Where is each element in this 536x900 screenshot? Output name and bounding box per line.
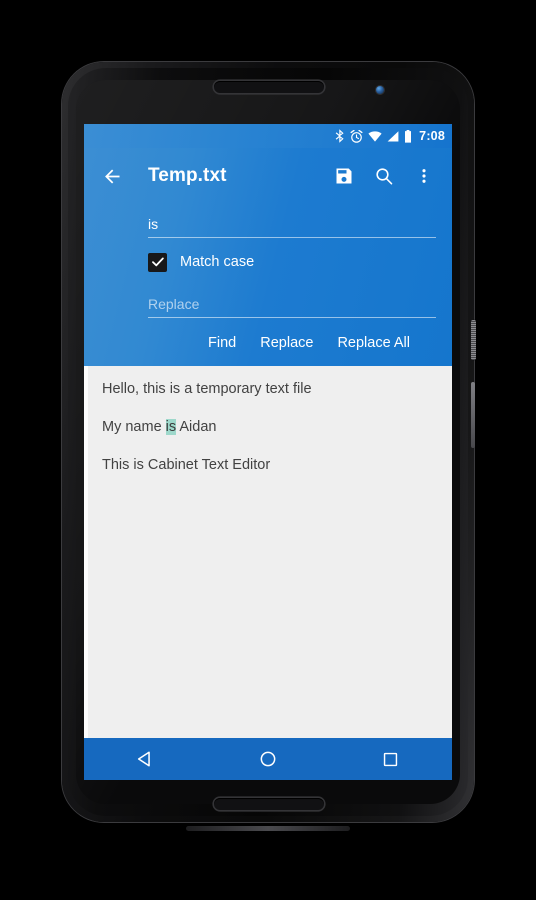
find-replace-panel: is Match case Replace Find Replace Repla… [84, 204, 452, 366]
battery-icon [405, 129, 412, 143]
save-icon [336, 168, 352, 184]
find-button[interactable]: Find [196, 327, 248, 359]
alarm-icon [350, 129, 363, 143]
front-camera-icon [376, 86, 384, 94]
cellular-signal-icon [387, 130, 399, 141]
nav-back-icon [138, 751, 151, 767]
match-case-checkbox[interactable] [148, 252, 167, 272]
nav-back-button[interactable] [116, 738, 174, 780]
text-editor-area[interactable]: Hello, this is a temporary text file My … [84, 366, 452, 738]
match-case-label: Match case [180, 254, 255, 270]
bluetooth-icon [335, 129, 344, 143]
search-input[interactable]: is [148, 204, 436, 238]
line2-after: Aidan [176, 418, 217, 435]
status-clock: 7:08 [419, 128, 445, 143]
nav-recents-icon [383, 752, 398, 766]
back-button[interactable] [92, 156, 132, 196]
nav-home-button[interactable] [239, 738, 297, 780]
power-button[interactable] [471, 320, 476, 360]
earpiece-speaker-icon [214, 81, 324, 93]
overflow-menu-button[interactable] [404, 156, 444, 196]
save-button[interactable] [324, 156, 364, 196]
volume-rocker-button[interactable] [471, 382, 475, 448]
app-header: Temp.txt is Match case Replace Find Repl… [84, 148, 452, 366]
replace-button[interactable]: Replace [248, 327, 325, 359]
screenshot-stage: 7:08 Temp.txt is Match case Replace Find… [0, 0, 536, 900]
nav-home-icon [260, 751, 276, 767]
nav-recents-button[interactable] [362, 738, 420, 780]
navigation-bar [84, 738, 452, 780]
search-button[interactable] [364, 156, 404, 196]
text-line-3: This is Cabinet Text Editor [102, 456, 271, 473]
find-actions-row: Find Replace Replace All [148, 320, 436, 366]
search-match-highlight: is [165, 418, 177, 435]
toolbar: Temp.txt [84, 148, 452, 204]
search-icon [376, 168, 393, 185]
bottom-speaker-icon [214, 798, 324, 810]
text-line-1: Hello, this is a temporary text file [102, 381, 312, 397]
page-title: Temp.txt [148, 165, 227, 186]
search-input-value: is [148, 216, 159, 232]
text-line-2: My name is Aidan [102, 418, 438, 437]
device-screen: 7:08 Temp.txt is Match case Replace Find… [84, 124, 452, 780]
replace-all-button[interactable]: Replace All [325, 327, 422, 359]
replace-input[interactable]: Replace [148, 284, 436, 318]
more-vertical-icon [422, 169, 426, 183]
match-case-row[interactable]: Match case [148, 240, 436, 284]
wifi-icon [368, 130, 382, 142]
replace-input-placeholder: Replace [148, 296, 200, 312]
status-bar: 7:08 [84, 124, 452, 148]
back-arrow-icon [104, 169, 119, 183]
line2-before: My name [102, 418, 166, 435]
phone-chin-accent [186, 826, 350, 831]
checkmark-icon [151, 257, 164, 267]
